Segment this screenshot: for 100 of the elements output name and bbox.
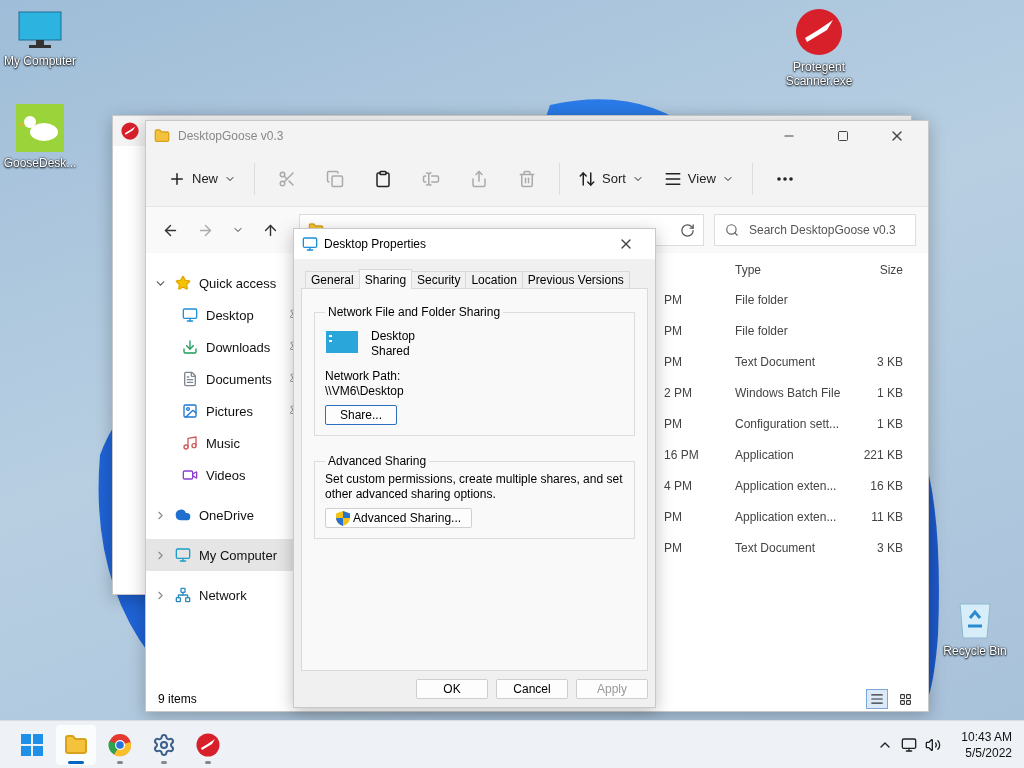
share-button[interactable]: Share... <box>325 405 397 425</box>
network-status-icon[interactable] <box>901 736 918 753</box>
clock-time[interactable]: 10:43 AM <box>961 728 1012 745</box>
folder-icon <box>154 128 170 144</box>
new-button[interactable]: New <box>162 160 242 197</box>
table-cell-text: 1 KB <box>876 415 903 433</box>
desktop-icon <box>302 236 318 252</box>
network-path: \\VM6\Desktop <box>325 384 405 399</box>
taskbar-app-button[interactable] <box>56 724 96 765</box>
table-cell-text: PM <box>663 322 683 340</box>
computer-icon <box>175 547 191 563</box>
nav-item[interactable]: Network <box>146 579 294 611</box>
chrome-icon <box>108 732 132 757</box>
search-icon <box>725 223 739 237</box>
more-icon <box>776 176 793 181</box>
volume-icon[interactable] <box>925 736 942 753</box>
download-icon <box>182 339 198 355</box>
tab[interactable]: Security <box>411 271 467 289</box>
nav-item[interactable]: Documents <box>146 363 294 395</box>
table-cell-text: PM <box>663 415 683 433</box>
sort-button[interactable]: Sort <box>572 160 650 197</box>
refresh-icon[interactable] <box>680 222 695 238</box>
view-button[interactable]: View <box>657 160 740 197</box>
group-title: Network File and Folder Sharing <box>327 305 502 319</box>
dialog-title: Desktop Properties <box>324 237 428 251</box>
table-cell-text: PM <box>663 508 683 526</box>
document-icon <box>182 371 198 387</box>
folder-name: Desktop <box>371 329 416 344</box>
maximize-icon <box>837 130 849 142</box>
nav-item[interactable]: Pictures <box>146 395 294 427</box>
column-header[interactable]: Size <box>848 253 903 287</box>
network-path-label: Network Path: <box>325 369 402 384</box>
table-cell-text: 221 KB <box>862 446 903 464</box>
nav-item[interactable]: My Computer <box>146 539 294 571</box>
sort-icon <box>578 169 596 188</box>
share-icon <box>470 169 488 188</box>
tab[interactable]: General <box>305 271 360 289</box>
table-cell-text: 3 KB <box>876 353 903 371</box>
dialog-button[interactable]: Cancel <box>496 679 568 699</box>
table-cell-text: Text Document <box>734 539 817 557</box>
monitor-icon <box>17 10 63 50</box>
folder-icon <box>64 732 88 757</box>
tab[interactable]: Previous Versions <box>521 271 630 289</box>
nav-item[interactable]: Videos <box>146 459 294 491</box>
nav-item[interactable]: Music <box>146 427 294 459</box>
group-title: Advanced Sharing <box>327 454 428 468</box>
table-cell-text: PM <box>663 291 683 309</box>
cloud-icon <box>175 507 191 523</box>
protegent-logo-icon <box>121 122 139 140</box>
desktop-folder-icon <box>325 329 359 355</box>
trash-icon <box>518 169 536 188</box>
table-cell-text: PM <box>663 539 683 557</box>
table-cell-text: Windows Batch File <box>734 384 842 402</box>
protegent-logo-icon <box>196 732 220 757</box>
table-cell-text: 3 KB <box>876 539 903 557</box>
picture-icon <box>182 403 198 419</box>
cut-icon <box>278 169 296 188</box>
grid-icon <box>898 692 912 706</box>
shield-icon <box>336 510 350 526</box>
table-cell-text: PM <box>663 353 683 371</box>
table-cell-text: 2 PM <box>663 384 693 402</box>
table-cell-text: 11 KB <box>870 508 903 526</box>
table-cell-text: 16 PM <box>663 446 700 464</box>
nav-item[interactable]: Desktop <box>146 299 294 331</box>
network-icon <box>175 587 191 603</box>
list-icon <box>870 692 884 706</box>
protegent-logo-icon <box>795 8 843 56</box>
table-cell-text: 1 KB <box>876 384 903 402</box>
goose-app-icon <box>16 104 64 152</box>
table-cell-text: Configuration sett... <box>734 415 841 433</box>
copy-icon <box>326 169 344 188</box>
rename-icon <box>422 169 440 188</box>
column-header[interactable]: Type <box>728 253 848 287</box>
table-cell-text: Application <box>734 446 795 464</box>
table-cell-text: Application exten... <box>734 508 838 526</box>
item-count: 9 items <box>158 692 198 706</box>
advanced-sharing-button[interactable]: Advanced Sharing... <box>325 508 473 528</box>
table-cell-text: File folder <box>734 291 789 309</box>
search-field[interactable]: Search DesktopGoose v0.3 <box>714 214 916 246</box>
table-cell-text: File folder <box>734 322 789 340</box>
window-title: DesktopGoose v0.3 <box>178 129 285 143</box>
star-icon <box>175 275 191 291</box>
table-cell-text: 4 PM <box>663 477 693 495</box>
music-icon <box>182 435 198 451</box>
details-view-button[interactable] <box>866 689 888 709</box>
description-text: Set custom permissions, create multiple shares, and set other advanced sharing options. <box>325 472 624 502</box>
table-cell-text: 16 KB <box>869 477 903 495</box>
dialog-button[interactable]: OK <box>416 679 488 699</box>
windows-start-icon <box>21 733 43 756</box>
desktop-icon <box>182 307 198 323</box>
share-status: Shared <box>371 344 411 359</box>
paste-icon <box>374 169 392 188</box>
tab[interactable]: Sharing <box>358 269 413 289</box>
table-cell-text: Text Document <box>734 353 817 371</box>
nav-item[interactable]: Downloads <box>146 331 294 363</box>
nav-item[interactable]: Quick access <box>146 267 294 299</box>
table-cell-text: Application exten... <box>734 477 838 495</box>
gear-icon <box>152 732 176 757</box>
nav-item[interactable]: OneDrive <box>146 499 294 531</box>
clock-date[interactable]: 5/5/2022 <box>965 744 1012 761</box>
